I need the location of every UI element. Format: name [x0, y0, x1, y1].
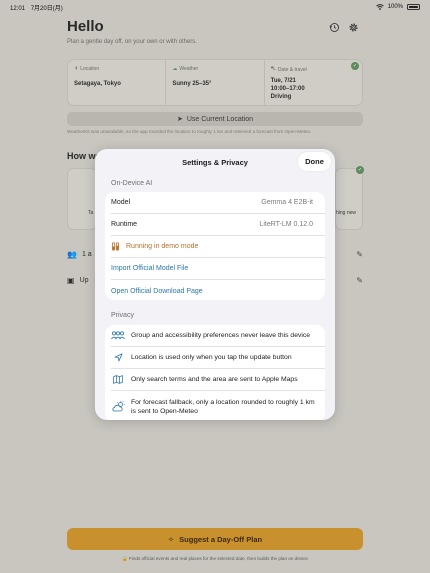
import-model-row[interactable]: Import Official Model File	[111, 258, 325, 280]
privacy-header: Privacy	[111, 312, 134, 319]
gear-icon[interactable]	[348, 22, 359, 33]
weather-fallback-note: WeatherKit was unavailable, so the app r…	[67, 129, 312, 134]
privacy-item: For forecast fallback, only a location r…	[111, 391, 325, 420]
activity-tile-left-label: Ta	[88, 210, 94, 216]
people-icon: 👥	[67, 249, 77, 259]
privacy-item: Location is used only when you tap the u…	[111, 347, 325, 369]
demo-mode-label: Running in demo mode	[126, 243, 199, 250]
trip-time: 10:00–17:00	[270, 86, 305, 92]
runtime-value: LiteRT-LM 0.12.0	[259, 221, 313, 228]
privacy-text: Only search terms and the area are sent …	[131, 376, 298, 383]
group-size-label: 1 a	[81, 250, 92, 258]
runtime-row: Runtime LiteRT-LM 0.12.0	[111, 214, 325, 236]
lock-icon: 🔒	[122, 556, 128, 561]
wand-icon: ✧	[167, 534, 175, 544]
conditions-card: ↟ Location Setagaya, Tokyo ☁ Weather Sun…	[67, 59, 363, 106]
download-page-link[interactable]: Open Official Download Page	[111, 288, 203, 295]
date-travel-label: Date & travel	[277, 66, 307, 73]
date-travel-column[interactable]: ⛍ Date & travel Tue, 7/21 10:00–17:00 Dr…	[265, 60, 362, 105]
map-icon	[111, 375, 125, 384]
edit-pencil-icon[interactable]: ✎	[356, 250, 363, 259]
location-label-row: ↟ Location	[74, 66, 159, 72]
privacy-text: Location is used only when you tap the u…	[131, 354, 292, 361]
privacy-item: Group and accessibility preferences neve…	[111, 325, 325, 347]
history-icon[interactable]	[329, 22, 340, 33]
location-arrow-icon: ➤	[176, 116, 183, 123]
model-label: Model	[111, 199, 131, 206]
page-subtitle: Plan a gentle day off, on your own or wi…	[67, 39, 197, 45]
cloud-sun-icon	[111, 401, 125, 412]
weather-column: ☁ Weather Sunny 25–35°	[166, 60, 265, 105]
page-title: Hello	[67, 18, 104, 35]
activity-tile-right[interactable]: hing new	[335, 168, 363, 230]
footnote: 🔒 Finds official events and real places …	[0, 556, 430, 562]
location-label: Location	[80, 66, 100, 72]
privacy-text: For forecast fallback, only a location r…	[131, 398, 315, 415]
activity-tile-left[interactable]: Ta	[67, 168, 97, 230]
privacy-item: Only search terms and the area are sent …	[111, 369, 325, 391]
suggest-plan-button[interactable]: ✧ Suggest a Day-Off Plan	[67, 528, 363, 550]
trip-mode: Driving	[270, 94, 292, 100]
download-page-row[interactable]: Open Official Download Page	[111, 280, 325, 302]
suggest-plan-label: Suggest a Day-Off Plan	[179, 534, 263, 544]
trip-date: Tue, 7/21	[270, 78, 296, 84]
location-pin-icon: ↟	[74, 66, 79, 72]
use-current-location-label: Use Current Location	[186, 115, 254, 123]
location-column[interactable]: ↟ Location Setagaya, Tokyo	[68, 60, 167, 105]
people-icon	[111, 331, 125, 340]
location-value: Setagaya, Tokyo	[74, 81, 121, 87]
on-device-ai-header: On-Device AI	[111, 180, 153, 187]
use-current-location-button[interactable]: ➤ Use Current Location	[67, 112, 363, 126]
sun-cloud-icon: ☁	[172, 66, 178, 72]
date-travel-label-row: ⛍ Date & travel	[271, 66, 356, 73]
done-button[interactable]: Done	[298, 152, 331, 171]
runtime-label: Runtime	[111, 221, 138, 228]
weather-value: Sunny 25–35°	[172, 81, 212, 87]
flask-icon	[111, 242, 120, 251]
settings-sheet: Settings & Privacy Done On-Device AI Mod…	[95, 149, 335, 420]
model-value: Gemma 4 E2B-it	[261, 199, 313, 206]
tile-checkmark-icon: ✓	[356, 166, 364, 174]
weather-label: Weather	[179, 66, 199, 72]
privacy-group: Group and accessibility preferences neve…	[105, 325, 325, 420]
footnote-text: Finds official events and real places fo…	[129, 556, 308, 561]
location-arrow-icon	[111, 353, 125, 362]
date-travel-values: Tue, 7/21 10:00–17:00 Driving	[271, 77, 356, 101]
on-device-ai-group: Model Gemma 4 E2B-it Runtime LiteRT-LM 0…	[105, 192, 325, 300]
activity-tile-right-label: hing new	[336, 210, 357, 216]
model-row: Model Gemma 4 E2B-it	[111, 192, 325, 214]
update-label: Up	[79, 276, 89, 284]
edit-pencil-icon-2[interactable]: ✎	[356, 276, 363, 285]
import-model-link[interactable]: Import Official Model File	[111, 265, 188, 272]
privacy-text: Group and accessibility preferences neve…	[131, 332, 311, 339]
weather-label-row: ☁ Weather	[172, 66, 257, 72]
demo-mode-row: Running in demo mode	[111, 236, 325, 258]
wallet-icon: ▣	[67, 275, 75, 285]
car-icon: ⛍	[270, 66, 276, 72]
checkmark-icon: ✓	[351, 62, 359, 70]
